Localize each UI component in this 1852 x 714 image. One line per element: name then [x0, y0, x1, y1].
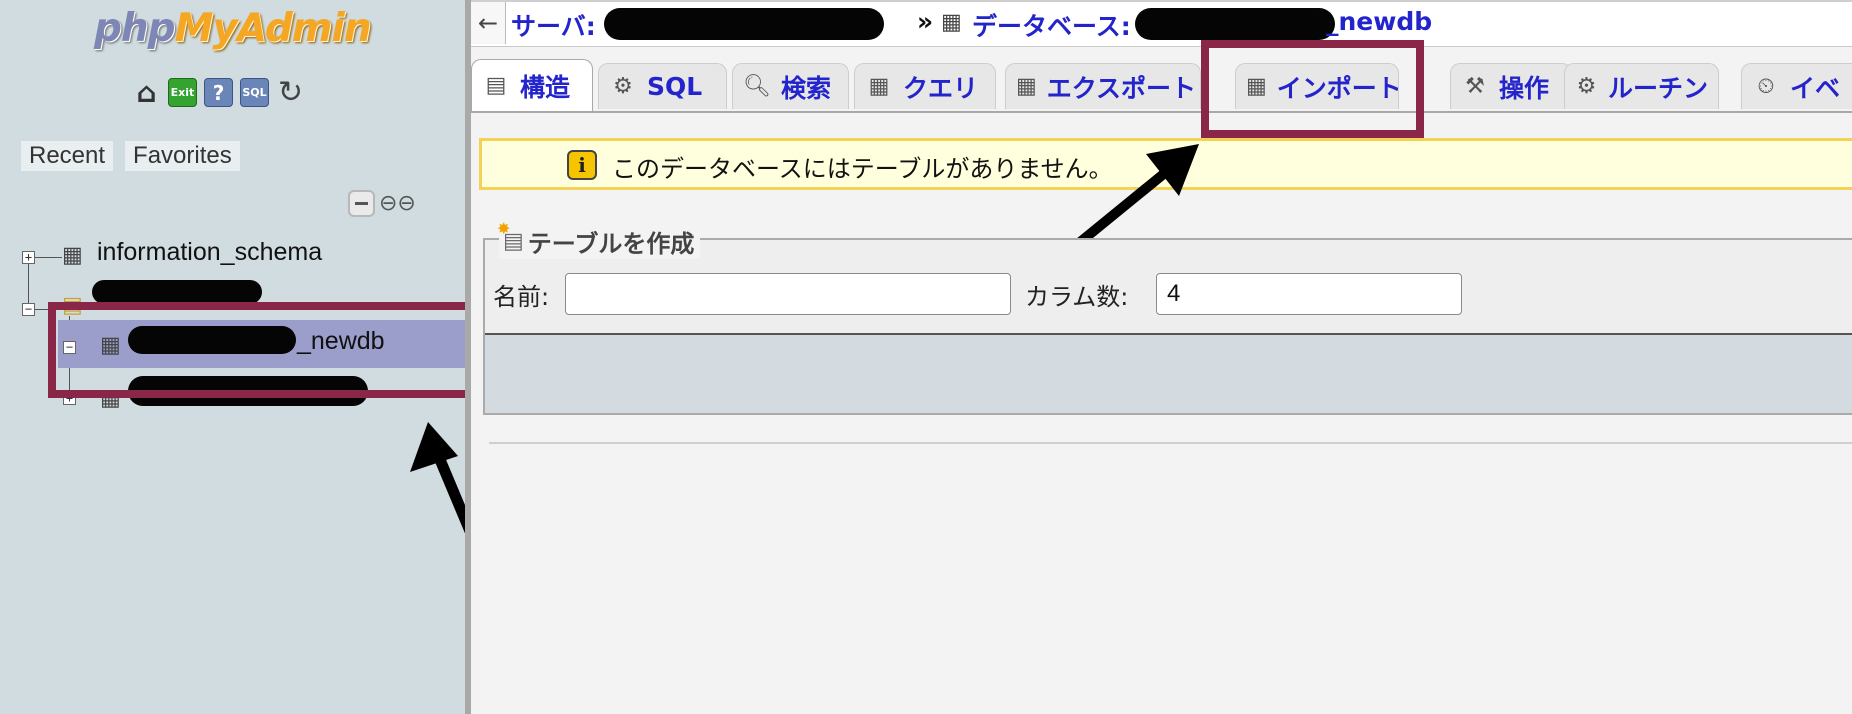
annotation-arrow-up-right: [1074, 144, 1199, 248]
database-tabs: ▤ 構造 ⚙ SQL 🔍︎ 検索 ▦ クエリ ▦ エクスポート ▦ インポート …: [471, 59, 1852, 113]
highlight-box-selected-db: [48, 302, 478, 398]
tab-sql[interactable]: ⚙ SQL: [598, 63, 727, 109]
collapse-icon[interactable]: −: [22, 303, 35, 316]
column-count-input[interactable]: [1156, 273, 1462, 315]
tab-export[interactable]: ▦ エクスポート: [1005, 63, 1201, 109]
highlight-box-import-tab: [1201, 40, 1424, 138]
breadcrumb-database-suffix[interactable]: _newdb: [1326, 7, 1432, 36]
sql-icon: ⚙: [613, 74, 633, 99]
tab-structure[interactable]: ▤ 構造: [471, 59, 593, 111]
events-icon: ⏲: [1757, 74, 1775, 99]
info-icon: i: [567, 150, 597, 180]
tab-routines[interactable]: ⚙ ルーチン: [1564, 63, 1719, 109]
operations-icon: ⚒: [1465, 74, 1485, 99]
tree-item-information-schema[interactable]: information_schema: [97, 238, 322, 267]
export-icon: ▦: [1016, 74, 1037, 99]
table-name-input[interactable]: [565, 273, 1011, 315]
notice-text: このデータベースにはテーブルがありません。: [612, 155, 1113, 183]
tab-query[interactable]: ▦ クエリ: [854, 63, 996, 109]
query-icon: ▦: [868, 74, 890, 99]
redacted-text: [92, 280, 262, 304]
divider: [489, 442, 1852, 444]
database-icon: ▦: [941, 10, 962, 35]
breadcrumb: ← サーバ: » ▦ データベース: _newdb: [471, 0, 1852, 47]
main-content: ← サーバ: » ▦ データベース: _newdb ▤ 構造 ⚙ SQL 🔍︎ …: [471, 0, 1852, 714]
back-arrow-icon[interactable]: ←: [471, 2, 506, 44]
breadcrumb-server[interactable]: サーバ:: [511, 7, 596, 43]
create-table-form-row: 名前: カラム数:: [485, 268, 1852, 322]
structure-icon: ▤: [485, 73, 507, 98]
create-table-fieldset: ✸ ▤ テーブルを作成 名前: カラム数:: [483, 219, 1852, 415]
tab-search[interactable]: 🔍︎ 検索: [732, 63, 849, 109]
create-table-footer: [485, 333, 1852, 413]
breadcrumb-separator: »: [917, 7, 934, 36]
expand-icon[interactable]: +: [22, 251, 35, 264]
tab-events[interactable]: ⏲ イベ: [1741, 63, 1852, 109]
redacted-text: [1135, 8, 1335, 40]
tab-operations[interactable]: ⚒ 操作: [1450, 63, 1572, 109]
routines-icon: ⚙: [1576, 74, 1597, 99]
redacted-text: [604, 8, 884, 40]
new-table-icon: ✸ ▤: [497, 219, 524, 254]
table-name-label: 名前:: [493, 283, 550, 311]
breadcrumb-database[interactable]: データベース:: [972, 7, 1131, 43]
create-table-legend: ✸ ▤ テーブルを作成: [497, 219, 701, 259]
navigation-panel: phpMyAdmin ⌂ Exit ? SQL ↻ Recent Favorit…: [0, 0, 486, 714]
search-icon: 🔍︎: [743, 74, 771, 99]
database-icon: ▦: [62, 243, 83, 268]
column-count-label: カラム数:: [1025, 283, 1129, 311]
